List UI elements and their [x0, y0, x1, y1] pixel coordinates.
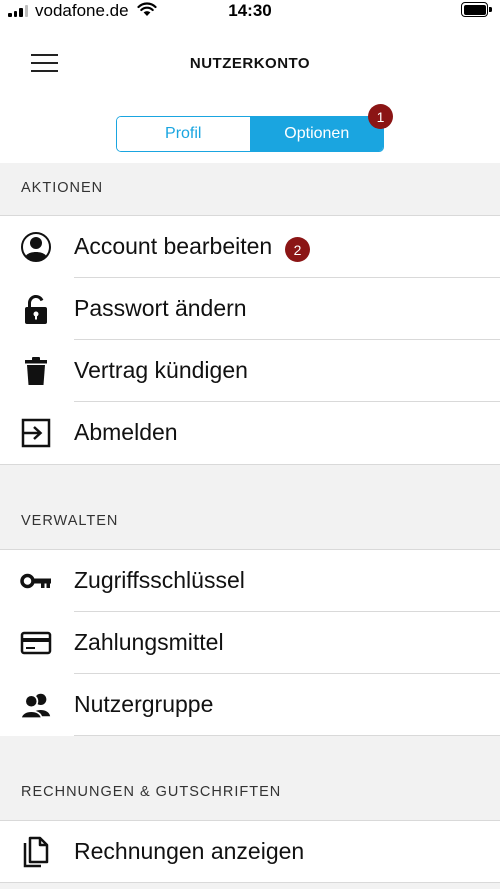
list-item-label: Abmelden [74, 419, 178, 445]
page-title: NUTZERKONTO [189, 55, 311, 72]
user-group-icon [20, 689, 52, 721]
tab-optionen[interactable]: Optionen [250, 117, 383, 151]
person-circle-icon [20, 231, 52, 263]
list-item-label: Vertrag kündigen [74, 357, 248, 383]
section-spacer [0, 883, 500, 889]
list-item-label: Account bearbeiten [74, 233, 273, 259]
list-item-zugriffsschluessel[interactable]: Zugriffsschlüssel [0, 550, 500, 612]
section-title: AKTIONEN [21, 180, 104, 196]
clock: 14:30 [228, 1, 272, 20]
list-item-passwort-aendern[interactable]: Passwort ändern [0, 278, 500, 340]
list-item-label: Nutzergruppe [74, 691, 214, 717]
list-item-nutzergruppe[interactable]: Nutzergruppe [0, 674, 500, 736]
status-bar: vodafone.de 14:30 [0, 0, 500, 22]
list-item-label: Rechnungen anzeigen [74, 838, 305, 864]
battery-icon [461, 2, 492, 17]
list-item-rechnungen-anzeigen[interactable]: Rechnungen anzeigen [0, 821, 500, 883]
section-title: RECHNUNGEN & GUTSCHRIFTEN [21, 784, 282, 800]
section-spacer [0, 465, 500, 496]
list-item-account-bearbeiten[interactable]: Account bearbeiten 2 [0, 216, 500, 278]
section-spacer [0, 736, 500, 767]
section-header-verwalten: VERWALTEN [0, 496, 500, 550]
nav-header: NUTZERKONTO [0, 22, 500, 106]
list-item-label: Zahlungsmittel [74, 629, 224, 655]
trash-icon [20, 355, 52, 387]
section-header-rechnungen: RECHNUNGEN & GUTSCHRIFTEN [0, 767, 500, 821]
hint-badge: 1 [368, 104, 393, 129]
list-item-vertrag-kuendigen[interactable]: Vertrag kündigen [0, 340, 500, 402]
hint-badge: 2 [285, 237, 310, 262]
profile-options-tabs: Profil Optionen [116, 116, 384, 152]
list-item-abmelden[interactable]: Abmelden [0, 402, 500, 465]
credit-card-icon [20, 627, 52, 659]
section-header-aktionen: AKTIONEN [0, 163, 500, 216]
list-item-label: Zugriffsschlüssel [74, 567, 245, 593]
list-item-zahlungsmittel[interactable]: Zahlungsmittel [0, 612, 500, 674]
logout-icon [20, 417, 52, 449]
tab-profil[interactable]: Profil [117, 117, 251, 151]
documents-icon [20, 836, 52, 868]
section-title: VERWALTEN [21, 513, 119, 529]
lock-icon [20, 293, 52, 325]
key-icon [20, 565, 52, 597]
list-item-label: Passwort ändern [74, 295, 247, 321]
